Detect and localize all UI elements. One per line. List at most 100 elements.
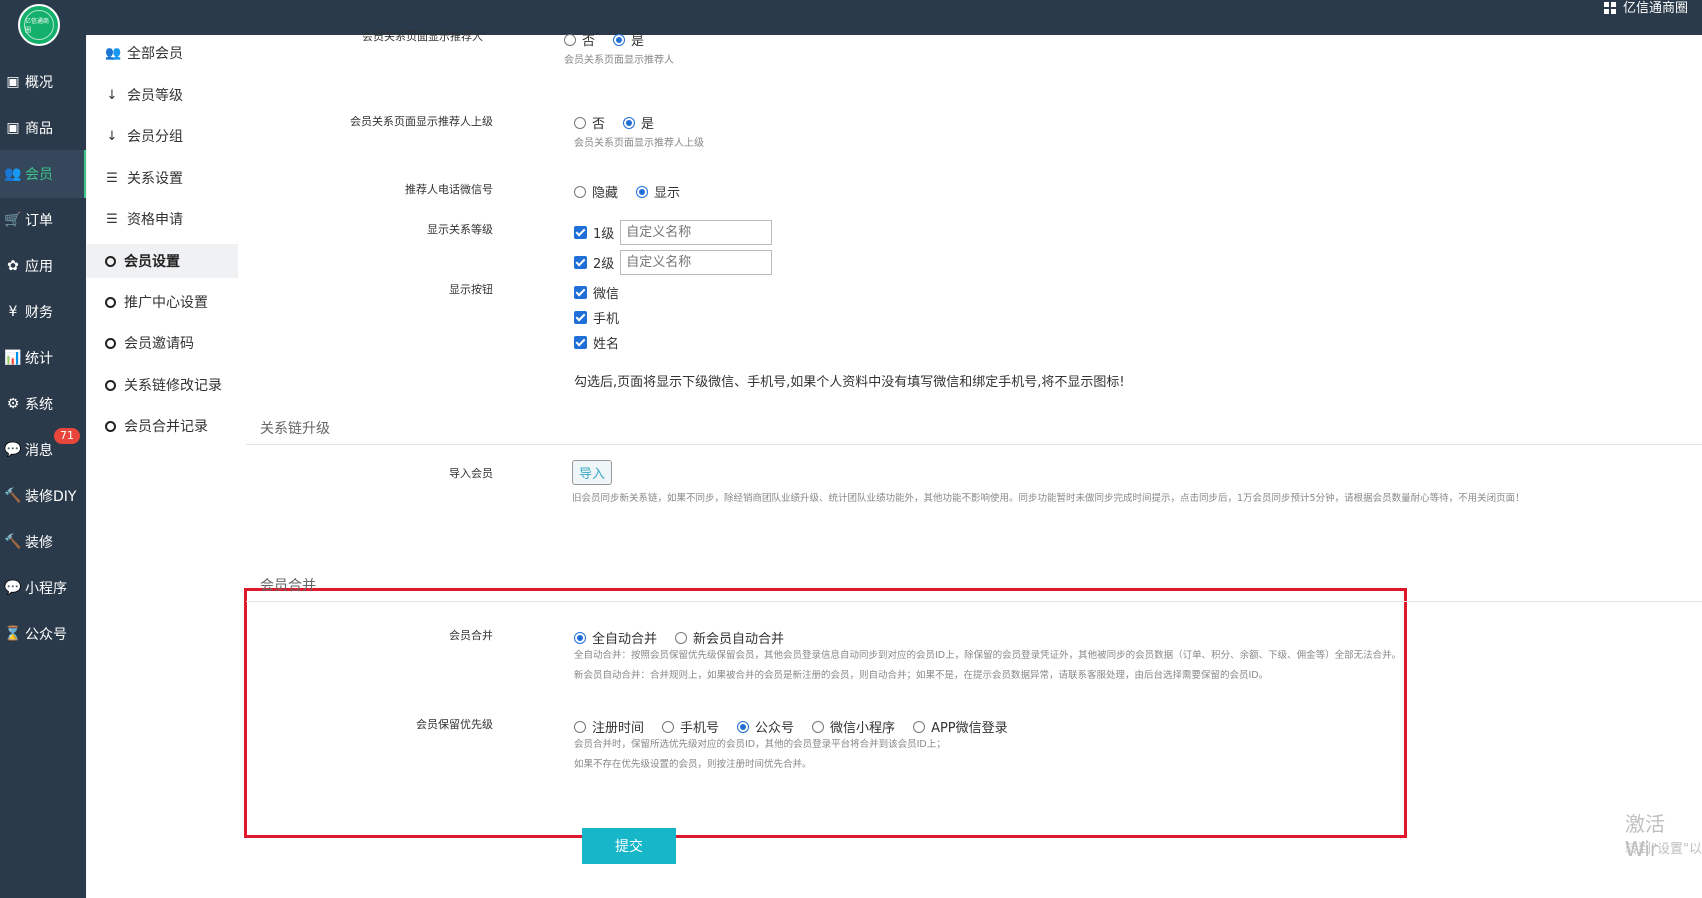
level-1-name-input[interactable]: [620, 220, 773, 245]
nav-item-label: 公众号: [25, 627, 67, 643]
priority-radio-group: 注册时间 手机号 公众号 微信小程序 APP微信登录: [574, 717, 1020, 736]
show-referrer-option-0[interactable]: 否: [564, 30, 595, 49]
radio-button[interactable]: [636, 185, 649, 198]
show-phone-row: 手机: [574, 308, 619, 327]
nav-item-0[interactable]: ▣ 概况: [0, 58, 86, 106]
main-sidebar: 亿信通商圈 ▣ 概况 ▣ 商品 👥 会员 🛒 订单 ✿ 应用 ¥ 财务 📊 统计 ⚙ 系统 💬 消息 71 🔨 装修DI…: [0, 0, 86, 898]
nav-item-11[interactable]: 💬 小程序: [0, 564, 86, 612]
radio-button[interactable]: [574, 116, 586, 129]
show-phone-label: 手机: [593, 312, 620, 327]
nav-item-1[interactable]: ▣ 商品: [0, 104, 86, 152]
show-name-checkbox[interactable]: [574, 336, 587, 349]
merge-mode-option-1[interactable]: 新会员自动合并: [675, 628, 784, 647]
submenu-item-1[interactable]: ↓ 会员等级: [87, 78, 238, 112]
merge-section-divider: [246, 601, 1702, 602]
radio-button[interactable]: [812, 720, 825, 733]
message-icon: 💬: [4, 442, 22, 458]
referrer-phone-option-1[interactable]: 显示: [636, 182, 680, 201]
gears-icon: ⚙: [6, 396, 20, 412]
radio-button[interactable]: [675, 631, 688, 644]
radio-button[interactable]: [662, 720, 675, 733]
submenu-item-3[interactable]: ☰ 关系设置: [87, 161, 238, 195]
priority-option-2[interactable]: 公众号: [737, 717, 794, 736]
goods-icon: ▣: [6, 120, 20, 136]
sliders-icon: ☰: [106, 170, 118, 186]
upgrade-section-title: 关系链升级: [260, 421, 330, 437]
show-phone-checkbox[interactable]: [574, 311, 587, 324]
radio-button[interactable]: [613, 33, 626, 46]
store-switcher[interactable]: 亿信通商圈: [1603, 0, 1688, 35]
upgrade-section-divider: [246, 444, 1702, 445]
nav-item-2[interactable]: 👥 会员: [0, 150, 86, 198]
nav-item-label: 概况: [25, 75, 53, 91]
nav-item-8[interactable]: 💬 消息 71: [0, 426, 86, 474]
nav-item-7[interactable]: ⚙ 系统: [0, 380, 86, 428]
priority-option-3[interactable]: 微信小程序: [812, 717, 895, 736]
brand-logo[interactable]: 亿信通商圈: [18, 4, 60, 46]
radio-label: 手机号: [680, 721, 720, 736]
radio-button[interactable]: [737, 720, 750, 733]
submenu-item-9[interactable]: 会员合并记录: [87, 409, 238, 443]
submenu-item-0[interactable]: 👥 全部会员: [87, 36, 238, 70]
nav-item-label: 商品: [25, 121, 53, 137]
level-2-name-input[interactable]: [620, 250, 773, 275]
radio-button[interactable]: [574, 631, 586, 644]
radio-button[interactable]: [574, 720, 586, 733]
nav-item-label: 应用: [25, 259, 53, 275]
wechat-icon: 💬: [4, 580, 22, 596]
radio-label: 是: [631, 34, 645, 49]
radio-button[interactable]: [913, 720, 926, 733]
show-referrer-option-1[interactable]: 是: [613, 30, 644, 49]
priority-option-1[interactable]: 手机号: [662, 717, 719, 736]
level-2-checkbox[interactable]: [574, 256, 587, 269]
radio-button[interactable]: [623, 116, 636, 129]
nav-item-6[interactable]: 📊 统计: [0, 334, 86, 382]
submenu-item-6[interactable]: 推广中心设置: [87, 285, 238, 319]
radio-button[interactable]: [564, 33, 576, 46]
show-wechat-checkbox[interactable]: [574, 286, 587, 299]
submenu-item-7[interactable]: 会员邀请码: [87, 326, 238, 360]
submenu-item-2[interactable]: ↓ 会员分组: [87, 119, 238, 153]
logo-mark: 亿信通商圈: [24, 10, 54, 40]
import-hint: 旧会员同步新关系链，如果不同步，除经销商团队业绩升级、统计团队业绩功能外，其他功…: [572, 493, 1525, 504]
import-members-label: 导入会员: [449, 467, 493, 480]
sort-num-icon: ↓: [106, 128, 118, 144]
show-referrer-parent-option-1[interactable]: 是: [623, 113, 654, 132]
users-icon: 👥: [105, 45, 122, 61]
submenu-item-label: 推广中心设置: [124, 295, 208, 311]
nav-item-5[interactable]: ¥ 财务: [0, 288, 86, 336]
show-referrer-radio-group: 否是: [564, 30, 656, 49]
referrer-phone-option-0[interactable]: 隐藏: [574, 182, 618, 201]
nav-item-label: 装修: [25, 535, 53, 551]
submenu-item-label: 会员分组: [127, 129, 183, 145]
nav-item-3[interactable]: 🛒 订单: [0, 196, 86, 244]
submenu-item-label: 会员合并记录: [124, 419, 208, 435]
circle-icon: [105, 296, 116, 308]
submenu-item-5[interactable]: 会员设置: [87, 244, 238, 278]
submenu-item-4[interactable]: ☰ 资格申请: [87, 202, 238, 236]
show-buttons-note: 勾选后,页面将显示下级微信、手机号,如果个人资料中没有填写微信和绑定手机号,将不…: [574, 375, 1125, 390]
show-referrer-parent-hint: 会员关系页面显示推荐人上级: [574, 138, 704, 149]
submenu-item-8[interactable]: 关系链修改记录: [87, 368, 238, 402]
priority-option-4[interactable]: APP微信登录: [913, 717, 1008, 736]
import-button[interactable]: 导入: [572, 460, 612, 485]
merge-mode-option-0[interactable]: 全自动合并: [574, 628, 657, 647]
sort-icon: ↓: [106, 87, 118, 103]
priority-option-0[interactable]: 注册时间: [574, 717, 644, 736]
show-referrer-label: 会员关系页面显示推荐人: [362, 30, 483, 43]
level-1-label: 1级: [593, 227, 615, 242]
radio-button[interactable]: [574, 185, 586, 198]
nav-item-12[interactable]: ⌛ 公众号: [0, 610, 86, 658]
store-grid-icon: [1603, 2, 1617, 15]
radio-label: 是: [641, 117, 655, 132]
nav-item-4[interactable]: ✿ 应用: [0, 242, 86, 290]
level-1-checkbox[interactable]: [574, 226, 587, 239]
nav-item-10[interactable]: 🔨 装修: [0, 518, 86, 566]
radio-label: 全自动合并: [592, 632, 658, 647]
submit-button[interactable]: 提交: [582, 828, 676, 864]
nav-item-9[interactable]: 🔨 装修DIY: [0, 472, 86, 520]
relation-levels-label: 显示关系等级: [427, 223, 493, 236]
show-referrer-hint: 会员关系页面显示推荐人: [564, 55, 674, 66]
show-referrer-parent-option-0[interactable]: 否: [574, 113, 605, 132]
merge-hint-1: 全自动合并：按照会员保留优先级保留会员，其他会员登录信息自动同步到对应的会员ID…: [574, 650, 1402, 661]
